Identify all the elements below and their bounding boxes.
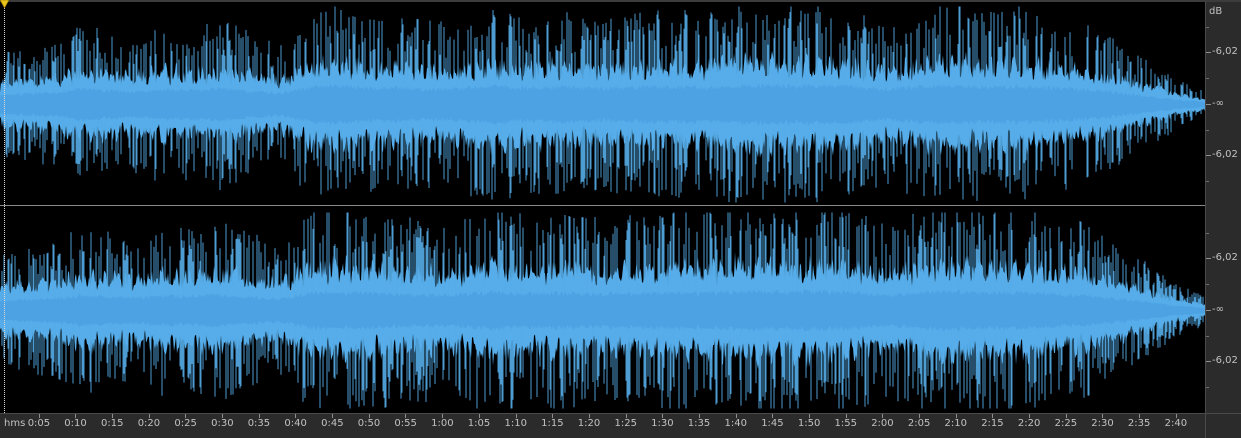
waveform-core bbox=[0, 83, 1205, 126]
db-tick bbox=[1206, 361, 1211, 362]
time-label: 1:05 bbox=[467, 418, 491, 429]
time-label: 1:35 bbox=[687, 418, 711, 429]
db-tick bbox=[1206, 52, 1211, 53]
time-label: 1:00 bbox=[431, 418, 454, 429]
time-label: 0:30 bbox=[211, 418, 234, 429]
time-unit-label: hms bbox=[4, 418, 26, 429]
time-label: 0:40 bbox=[284, 418, 307, 429]
channel-right-waveform[interactable] bbox=[0, 208, 1205, 413]
time-label: 2:10 bbox=[944, 418, 967, 429]
db-minor-tick bbox=[1206, 78, 1209, 79]
time-label: 1:50 bbox=[797, 418, 821, 429]
channel-divider[interactable] bbox=[0, 205, 1211, 206]
db-label-left-bottom: -6,02 bbox=[1212, 149, 1238, 160]
time-label: 1:30 bbox=[651, 418, 674, 429]
time-label: 2:20 bbox=[1017, 418, 1041, 429]
waveform-editor: -6,02 -∞ -6,02 -6,02 -∞ -6,02 dB hms 0:0… bbox=[0, 0, 1241, 438]
waveform-canvas[interactable] bbox=[0, 2, 1205, 413]
time-label: 2:40 bbox=[1164, 418, 1188, 429]
time-label: 2:00 bbox=[871, 418, 894, 429]
time-label: 0:25 bbox=[174, 418, 197, 429]
time-label: 0:20 bbox=[137, 418, 161, 429]
playhead-marker-icon[interactable] bbox=[0, 0, 9, 9]
db-minor-tick bbox=[1206, 130, 1209, 131]
time-label: 0:15 bbox=[101, 418, 124, 429]
time-label: 0:55 bbox=[394, 418, 417, 429]
time-label: 0:45 bbox=[321, 418, 344, 429]
time-label: 2:30 bbox=[1091, 418, 1114, 429]
time-label: 0:05 bbox=[27, 418, 51, 429]
db-minor-tick bbox=[1206, 336, 1209, 337]
time-label: 2:15 bbox=[981, 418, 1004, 429]
db-label-right-top: -6,02 bbox=[1212, 252, 1238, 263]
time-label: 1:25 bbox=[614, 418, 637, 429]
time-ruler[interactable]: hms 0:05 0:10 0:15 0:20 0:25 0:30 0:35 0:40 0:45… bbox=[0, 413, 1205, 438]
time-label: 0:10 bbox=[64, 418, 87, 429]
time-label: 1:45 bbox=[761, 418, 784, 429]
db-tick bbox=[1206, 258, 1211, 259]
time-label: 2:25 bbox=[1054, 418, 1078, 429]
db-minor-tick bbox=[1206, 233, 1209, 234]
playhead-line[interactable] bbox=[4, 2, 5, 413]
db-ruler[interactable]: -6,02 -∞ -6,02 -6,02 -∞ -6,02 bbox=[1205, 2, 1241, 413]
db-minor-tick bbox=[1206, 284, 1209, 285]
time-label: 2:35 bbox=[1127, 418, 1151, 429]
channel-left-waveform[interactable] bbox=[0, 2, 1205, 207]
time-label: 1:20 bbox=[577, 418, 601, 429]
db-label-right-bottom: -6,02 bbox=[1212, 355, 1238, 366]
time-label: 0:50 bbox=[357, 418, 381, 429]
waveform-right-svg bbox=[0, 212, 1205, 409]
time-label: 1:10 bbox=[504, 418, 527, 429]
db-label-right-center: -∞ bbox=[1212, 304, 1224, 315]
db-minor-tick bbox=[1206, 181, 1209, 182]
time-label: 1:15 bbox=[541, 418, 564, 429]
ruler-corner bbox=[1205, 413, 1241, 438]
db-unit-label: dB bbox=[1209, 6, 1223, 17]
db-label-left-top: -6,02 bbox=[1212, 46, 1238, 57]
waveform-left-svg bbox=[0, 6, 1205, 203]
time-label: 1:40 bbox=[724, 418, 747, 429]
db-minor-tick bbox=[1206, 27, 1209, 28]
db-minor-tick bbox=[1206, 387, 1209, 388]
time-label: 0:35 bbox=[247, 418, 271, 429]
db-tick bbox=[1206, 104, 1211, 105]
db-tick bbox=[1206, 310, 1211, 311]
time-label: 2:05 bbox=[907, 418, 931, 429]
db-label-left-center: -∞ bbox=[1212, 98, 1224, 109]
db-tick bbox=[1206, 155, 1211, 156]
time-label: 1:55 bbox=[834, 418, 857, 429]
